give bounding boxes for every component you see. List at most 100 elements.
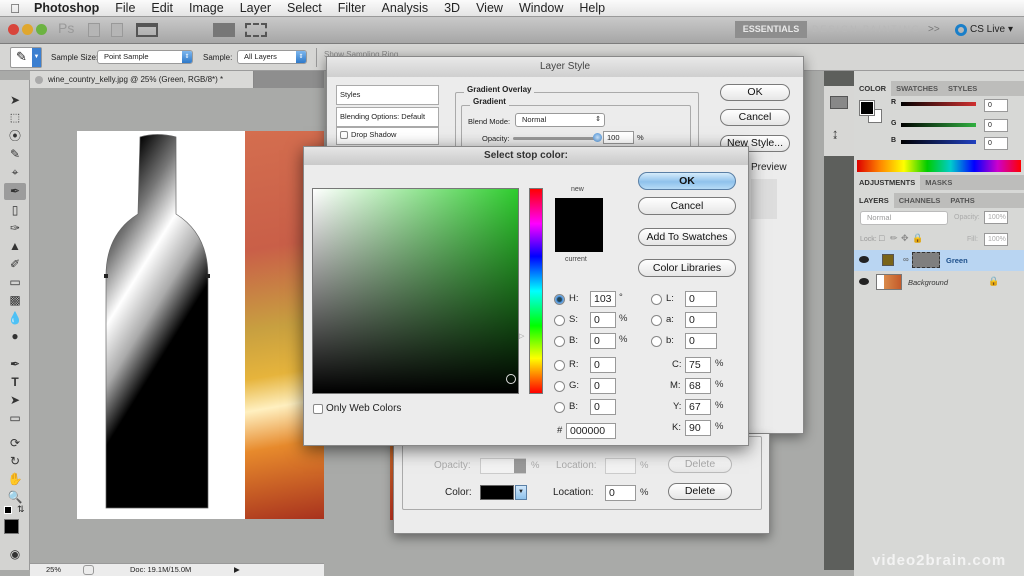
zoom-level[interactable]: 25%	[46, 564, 61, 576]
color-libraries-button[interactable]: Color Libraries	[638, 259, 736, 277]
lab-l-radio[interactable]	[651, 294, 662, 305]
shape-tool-icon[interactable]: ▭	[4, 410, 26, 427]
close-tab-icon[interactable]	[35, 76, 43, 84]
fill-value[interactable]: 100%	[984, 233, 1008, 246]
blend-mode-select[interactable]: Normal ⇕	[515, 113, 605, 127]
sample-select[interactable]: All Layers ⇕	[237, 50, 307, 64]
menu-app-name[interactable]: Photoshop	[30, 1, 107, 15]
bottle-shape-layer[interactable]	[104, 134, 210, 510]
hue-radio[interactable]	[554, 294, 565, 305]
vector-mask-thumbnail[interactable]	[912, 252, 940, 268]
menu-view[interactable]: View	[468, 1, 511, 15]
delete-color-stop-button[interactable]: Delete	[668, 483, 732, 500]
apple-menu-icon[interactable]: 	[0, 1, 30, 16]
blending-options-item[interactable]: Blending Options: Default	[336, 107, 439, 127]
tab-adjustments[interactable]: ADJUSTMENTS	[854, 175, 921, 190]
lab-a-field[interactable]: 0	[685, 312, 717, 328]
history-panel-icon[interactable]: ↨	[832, 126, 839, 141]
tab-swatches[interactable]: SWATCHES	[891, 81, 943, 96]
clone-stamp-tool-icon[interactable]: ▲	[4, 238, 26, 255]
layer-blend-mode-select[interactable]: Normal	[860, 211, 948, 225]
visibility-eye-icon[interactable]	[859, 256, 869, 263]
type-tool-icon[interactable]: T	[4, 374, 26, 391]
green-field[interactable]: 0	[590, 378, 616, 394]
color-panel-foreground-swatch[interactable]	[859, 100, 875, 116]
foreground-color-swatch[interactable]	[4, 519, 19, 534]
tab-channels[interactable]: CHANNELS	[894, 193, 946, 208]
menu-edit[interactable]: Edit	[143, 1, 181, 15]
tab-layers[interactable]: LAYERS	[854, 193, 894, 208]
workspace-essentials-button[interactable]: ESSENTIALS	[735, 21, 807, 38]
menu-help[interactable]: Help	[571, 1, 613, 15]
brightness-field[interactable]: 0	[590, 333, 616, 349]
close-window-button[interactable]	[8, 24, 19, 35]
status-menu-arrow-icon[interactable]: ▶	[234, 564, 240, 576]
only-web-colors-checkbox[interactable]	[313, 404, 323, 414]
hue-field[interactable]: 103	[590, 291, 616, 307]
tab-masks[interactable]: MASKS	[920, 175, 957, 190]
3d-rotate-tool-icon[interactable]: ⟳	[4, 435, 26, 452]
screen-mode-icon[interactable]	[245, 23, 267, 37]
hand-tool-icon[interactable]: ✋	[4, 471, 26, 488]
document-tab[interactable]: wine_country_kelly.jpg @ 25% (Green, RGB…	[30, 71, 254, 88]
menu-window[interactable]: Window	[511, 1, 571, 15]
opacity-slider-thumb[interactable]	[593, 133, 602, 142]
lock-image-icon[interactable]: ✏	[890, 233, 898, 244]
stop-color-swatch[interactable]	[480, 485, 514, 500]
color-picker-cancel-button[interactable]: Cancel	[638, 197, 736, 215]
lock-position-icon[interactable]: ✥	[901, 233, 909, 244]
menu-select[interactable]: Select	[279, 1, 330, 15]
color-picker-ok-button[interactable]: OK	[638, 172, 736, 190]
preview-checkbox-label[interactable]: Preview	[751, 162, 787, 173]
launch-bridge-icon[interactable]	[88, 23, 100, 37]
path-selection-tool-icon[interactable]: ➤	[4, 392, 26, 409]
lab-b-radio[interactable]	[651, 336, 662, 347]
mini-bridge-panel-icon[interactable]	[830, 96, 848, 109]
red-radio[interactable]	[554, 360, 565, 371]
brush-tool-icon[interactable]: ✑	[4, 220, 26, 237]
color-field[interactable]	[312, 188, 519, 394]
move-tool-icon[interactable]: ➤	[4, 92, 26, 109]
eraser-tool-icon[interactable]: ▭	[4, 274, 26, 291]
workspace-more-button[interactable]: >>	[928, 21, 940, 38]
layer-row-green[interactable]: ∞ Green	[854, 250, 1024, 271]
lock-transparent-icon[interactable]: □	[879, 233, 884, 243]
stop-color-dropdown[interactable]: ▼	[515, 485, 527, 500]
color-field-cursor[interactable]	[506, 374, 516, 384]
saturation-field[interactable]: 0	[590, 312, 616, 328]
layer-style-cancel-button[interactable]: Cancel	[720, 109, 790, 126]
tab-color[interactable]: COLOR	[854, 81, 892, 96]
zoom-window-button[interactable]	[36, 24, 47, 35]
blue-field[interactable]: 0	[590, 399, 616, 415]
menu-file[interactable]: File	[107, 1, 143, 15]
menu-analysis[interactable]: Analysis	[374, 1, 437, 15]
3d-orbit-tool-icon[interactable]: ↻	[4, 453, 26, 470]
healing-brush-tool-icon[interactable]: ▯	[4, 202, 26, 219]
menu-3d[interactable]: 3D	[436, 1, 468, 15]
swap-colors-icon[interactable]: ⇅	[17, 504, 25, 515]
magenta-field[interactable]: 68	[685, 378, 711, 394]
minimize-window-button[interactable]	[22, 24, 33, 35]
hex-field[interactable]: 000000	[566, 423, 616, 439]
brightness-radio[interactable]	[554, 336, 565, 347]
lab-l-field[interactable]: 0	[685, 291, 717, 307]
cyan-field[interactable]: 75	[685, 357, 711, 373]
hue-slider-marker-icon[interactable]: ▷	[519, 332, 524, 340]
yellow-field[interactable]: 67	[685, 399, 711, 415]
lock-all-icon[interactable]: 🔒	[912, 233, 923, 244]
lab-b-field[interactable]: 0	[685, 333, 717, 349]
pen-tool-icon[interactable]: ✒	[4, 356, 26, 373]
layer-opacity-value[interactable]: 100%	[984, 211, 1008, 224]
launch-mini-bridge-icon[interactable]	[111, 23, 123, 37]
tab-paths[interactable]: PATHS	[945, 193, 979, 208]
saturation-radio[interactable]	[554, 315, 565, 326]
blue-radio[interactable]	[554, 402, 565, 413]
channel-r-slider[interactable]	[901, 102, 976, 106]
blur-tool-icon[interactable]: 💧	[4, 310, 26, 327]
channel-b-value[interactable]: 0	[984, 137, 1008, 150]
channel-g-value[interactable]: 0	[984, 119, 1008, 132]
menu-layer[interactable]: Layer	[232, 1, 279, 15]
view-extras-icon[interactable]	[136, 23, 158, 37]
lab-a-radio[interactable]	[651, 315, 662, 326]
menu-image[interactable]: Image	[181, 1, 232, 15]
